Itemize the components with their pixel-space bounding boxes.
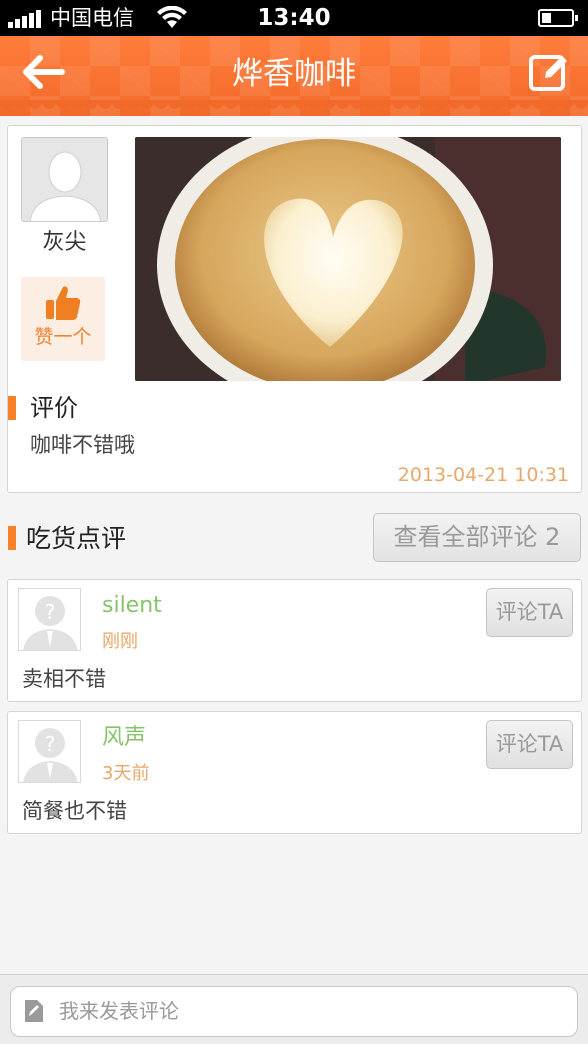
review-heading: 评价 bbox=[30, 394, 78, 422]
comment-text: 卖相不错 bbox=[22, 667, 106, 691]
back-arrow-icon[interactable] bbox=[18, 50, 68, 94]
comment-item: ? 风声 3天前 简餐也不错 评论TA bbox=[7, 711, 582, 834]
review-accent-mark bbox=[8, 396, 16, 420]
unknown-user-icon: ? bbox=[23, 596, 78, 650]
comment-input[interactable]: 我来发表评论 bbox=[10, 986, 578, 1037]
commenter-name[interactable]: silent bbox=[102, 592, 162, 620]
unknown-user-icon: ? bbox=[23, 728, 78, 782]
pencil-note-icon bbox=[25, 1000, 43, 1022]
like-button[interactable]: 赞一个 bbox=[21, 277, 105, 361]
reply-button[interactable]: 评论TA bbox=[486, 720, 573, 769]
status-clock: 13:40 bbox=[257, 5, 331, 31]
reply-button[interactable]: 评论TA bbox=[486, 588, 573, 637]
thumbs-up-icon bbox=[46, 286, 81, 320]
post-timestamp: 2013-04-21 10:31 bbox=[397, 464, 569, 486]
commenter-name[interactable]: 风声 bbox=[102, 724, 146, 752]
comment-time: 3天前 bbox=[102, 763, 150, 784]
status-bar: 中国电信 13:40 bbox=[0, 0, 588, 36]
compose-icon[interactable] bbox=[528, 52, 570, 92]
post-card: 灰尖 赞一个 评价 咖啡不错哦 2013-04-21 10:31 bbox=[7, 125, 582, 493]
comment-item: ? silent 刚刚 卖相不错 评论TA bbox=[7, 579, 582, 702]
comment-composer-bar: 我来发表评论 bbox=[0, 974, 588, 1044]
svg-text:?: ? bbox=[45, 600, 56, 624]
commenter-avatar[interactable]: ? bbox=[18, 720, 81, 783]
post-photo[interactable] bbox=[135, 137, 561, 381]
comment-text: 简餐也不错 bbox=[22, 799, 127, 823]
nav-scallop-edge bbox=[0, 100, 588, 109]
author-avatar[interactable] bbox=[21, 137, 108, 222]
comments-heading: 吃货点评 bbox=[26, 524, 127, 553]
person-silhouette-icon bbox=[29, 151, 102, 221]
view-all-comments-button[interactable]: 查看全部评论 2 bbox=[373, 513, 581, 562]
like-label: 赞一个 bbox=[34, 326, 92, 348]
author-name[interactable]: 灰尖 bbox=[21, 229, 108, 257]
commenter-avatar[interactable]: ? bbox=[18, 588, 81, 651]
latte-art-image bbox=[135, 137, 561, 381]
page-title: 烨香咖啡 bbox=[232, 56, 356, 92]
comment-input-placeholder: 我来发表评论 bbox=[59, 999, 179, 1023]
svg-text:?: ? bbox=[45, 732, 56, 756]
review-text: 咖啡不错哦 bbox=[30, 433, 135, 457]
battery-icon bbox=[538, 9, 578, 27]
comments-accent-mark bbox=[8, 526, 16, 550]
comment-time: 刚刚 bbox=[102, 631, 138, 652]
